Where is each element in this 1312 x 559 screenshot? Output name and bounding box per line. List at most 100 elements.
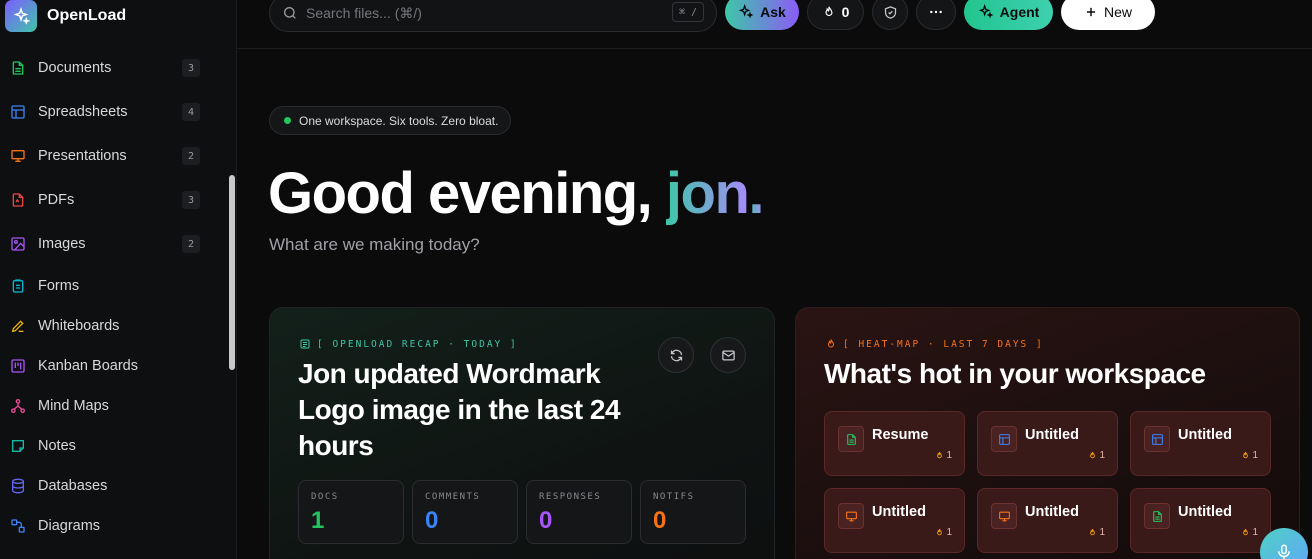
status-dot <box>284 117 291 124</box>
sidebar-item-label: Images <box>38 236 86 252</box>
stat-value: 0 <box>653 507 667 534</box>
count-badge: 3 <box>182 59 200 77</box>
stat-label: COMMENTS <box>425 492 481 502</box>
search-input[interactable] <box>306 5 646 21</box>
brand-name: OpenLoad <box>47 7 127 24</box>
streak-count: 0 <box>841 4 850 20</box>
shield-icon <box>884 5 896 19</box>
stat-value: 0 <box>425 507 439 534</box>
sidebar-item-label: PDFs <box>38 192 75 208</box>
greeting-prefix: Good evening, <box>268 161 666 226</box>
flame-icon <box>1090 528 1096 536</box>
kanban-icon <box>10 358 26 374</box>
presentation-icon <box>991 503 1017 529</box>
page-title: Good evening, jon. <box>268 160 764 228</box>
heatmap-card: [ HEAT-MAP · LAST 7 DAYS ] What's hot in… <box>795 307 1300 559</box>
flame-icon <box>1090 451 1096 459</box>
tagline-pill: One workspace. Six tools. Zero bloat. <box>269 106 512 135</box>
stat-comments: COMMENTS 0 <box>412 480 518 544</box>
search-box[interactable]: ⌘ / <box>269 0 717 32</box>
sidebar-item-images[interactable]: Images 2 <box>0 224 210 264</box>
tile-count-value: 1 <box>1099 527 1105 538</box>
tile-count-value: 1 <box>1252 527 1258 538</box>
more-button[interactable] <box>916 0 956 30</box>
flame-icon <box>937 451 943 459</box>
pencil-icon <box>10 318 26 334</box>
tile-name: Untitled <box>1178 504 1232 520</box>
sidebar-item-label: Diagrams <box>38 518 101 534</box>
sidebar-item-label: Notes <box>38 438 76 454</box>
sidebar-scrollbar[interactable] <box>229 175 235 370</box>
sidebar-item-pdfs[interactable]: PDFs 3 <box>0 180 210 220</box>
heat-tile[interactable]: Resume 1 <box>824 411 965 476</box>
stat-label: DOCS <box>311 492 339 502</box>
flame-icon <box>937 528 943 536</box>
new-label: New <box>1103 4 1132 20</box>
sidebar-item-kanban-boards[interactable]: Kanban Boards <box>0 346 210 386</box>
more-horizontal-icon <box>930 10 942 14</box>
flame-icon <box>827 339 835 348</box>
agent-button[interactable]: Agent <box>964 0 1053 30</box>
heatmap-eyebrow: [ HEAT-MAP · LAST 7 DAYS ] <box>825 338 1044 350</box>
heat-tile[interactable]: Untitled 1 <box>824 488 965 553</box>
sidebar: OpenLoad Documents 3 Spreadsheets 4 Pres… <box>0 0 237 559</box>
page-subtitle: What are we making today? <box>269 235 480 254</box>
microphone-icon <box>1278 544 1290 559</box>
recap-eyebrow-text: [ OPENLOAD RECAP · TODAY ] <box>317 338 518 350</box>
heat-tile[interactable]: Untitled 1 <box>977 411 1118 476</box>
tile-count-value: 1 <box>1252 450 1258 461</box>
pdf-icon <box>10 192 26 208</box>
brand[interactable]: OpenLoad <box>5 0 126 32</box>
stat-label: RESPONSES <box>539 492 602 502</box>
clipboard-icon <box>10 278 26 294</box>
recap-title: Jon updated Wordmark Logo image in the l… <box>298 358 621 461</box>
mail-icon <box>721 350 735 360</box>
sidebar-item-mind-maps[interactable]: Mind Maps <box>0 386 210 426</box>
tile-name: Resume <box>872 427 929 443</box>
tile-name: Untitled <box>1025 504 1079 520</box>
streak-button[interactable]: 0 <box>807 0 864 30</box>
sidebar-item-diagrams[interactable]: Diagrams <box>0 506 210 546</box>
diagram-icon <box>10 518 26 534</box>
new-button[interactable]: New <box>1061 0 1155 30</box>
count-badge: 2 <box>182 235 200 253</box>
sparkle-icon <box>738 4 754 19</box>
sidebar-item-label: Presentations <box>38 148 127 164</box>
sidebar-item-documents[interactable]: Documents 3 <box>0 48 210 88</box>
security-button[interactable] <box>872 0 908 30</box>
sidebar-item-databases[interactable]: Databases <box>0 466 210 506</box>
tile-count: 1 <box>935 527 952 538</box>
plus-icon <box>1086 7 1096 17</box>
tile-count: 1 <box>1088 527 1105 538</box>
table-icon <box>1144 426 1170 452</box>
document-icon <box>1144 503 1170 529</box>
ask-button[interactable]: Ask <box>725 0 799 30</box>
sidebar-item-notes[interactable]: Notes <box>0 426 210 466</box>
tile-name: Untitled <box>872 504 926 520</box>
sidebar-item-label: Kanban Boards <box>38 358 138 374</box>
tile-name: Untitled <box>1178 427 1232 443</box>
note-icon <box>10 438 26 454</box>
sidebar-item-label: Whiteboards <box>38 318 120 334</box>
recap-card: [ OPENLOAD RECAP · TODAY ] Jon updated W… <box>269 307 775 559</box>
sidebar-item-forms[interactable]: Forms <box>0 266 210 306</box>
flame-icon <box>1243 451 1249 459</box>
sidebar-item-label: Spreadsheets <box>38 104 128 120</box>
heat-tile[interactable]: Untitled 1 <box>1130 411 1271 476</box>
ask-label: Ask <box>760 4 786 20</box>
recap-eyebrow: [ OPENLOAD RECAP · TODAY ] <box>299 338 518 350</box>
email-button[interactable] <box>710 337 746 373</box>
greeting-suffix: . <box>748 161 764 226</box>
count-badge: 2 <box>182 147 200 165</box>
sidebar-item-label: Databases <box>38 478 108 494</box>
stat-value: 0 <box>539 507 553 534</box>
search-icon <box>284 6 296 19</box>
heat-tile[interactable]: Untitled 1 <box>977 488 1118 553</box>
count-badge: 4 <box>182 103 200 121</box>
heat-tile[interactable]: Untitled 1 <box>1130 488 1271 553</box>
database-icon <box>10 478 26 494</box>
sidebar-item-whiteboards[interactable]: Whiteboards <box>0 306 210 346</box>
sidebar-item-presentations[interactable]: Presentations 2 <box>0 136 210 176</box>
flame-icon <box>825 6 833 17</box>
sidebar-item-spreadsheets[interactable]: Spreadsheets 4 <box>0 92 210 132</box>
